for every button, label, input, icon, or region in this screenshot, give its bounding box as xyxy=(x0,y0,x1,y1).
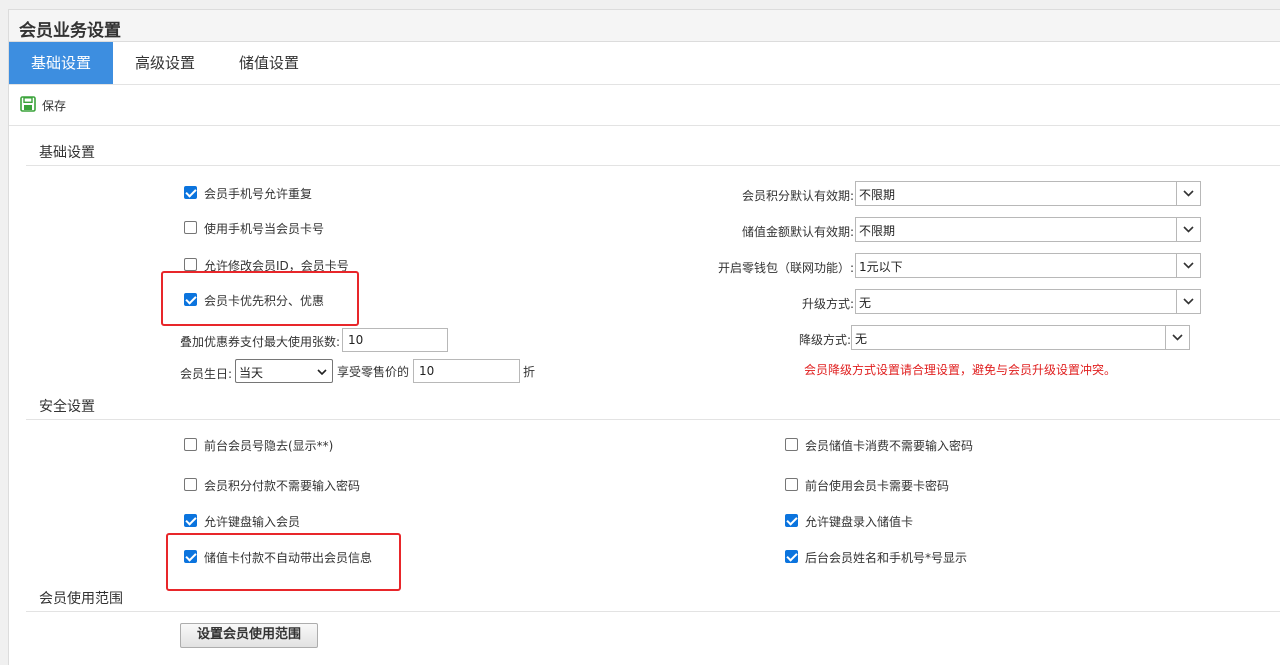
upgrade-mode-label: 升级方式: xyxy=(801,297,854,311)
checkbox-label: 前台使用会员卡需要卡密码 xyxy=(805,479,950,493)
points-validity-label: 会员积分默认有效期: xyxy=(741,189,854,203)
downgrade-warning: 会员降级方式设置请合理设置，避免与会员升级设置冲突。 xyxy=(804,363,1117,377)
tab-stored-value-settings[interactable]: 储值设置 xyxy=(217,42,321,84)
dropdown-arrow[interactable] xyxy=(1176,290,1200,313)
coupon-limit-input[interactable]: 10 xyxy=(342,328,448,352)
checkbox-box[interactable] xyxy=(785,514,798,527)
chevron-down-icon xyxy=(317,369,327,375)
save-icon xyxy=(20,96,36,112)
checkbox-label: 前台会员号隐去(显示**) xyxy=(204,439,334,453)
coupon-limit-value: 10 xyxy=(348,333,364,347)
save-label: 保存 xyxy=(42,99,67,113)
checkbox-box[interactable] xyxy=(184,186,197,199)
chevron-down-icon xyxy=(1183,298,1194,305)
highlight-box xyxy=(161,271,359,326)
chevron-down-icon xyxy=(1183,262,1194,269)
section-scope-heading: 会员使用范围 xyxy=(39,591,123,607)
dropdown-arrow[interactable] xyxy=(1165,326,1189,349)
checkbox-box[interactable] xyxy=(184,514,197,527)
checkbox-box[interactable] xyxy=(184,258,197,271)
title-bar: 会员业务设置 xyxy=(8,9,1280,42)
checkbox-label: 使用手机号当会员卡号 xyxy=(204,222,325,236)
checkbox-box[interactable] xyxy=(785,478,798,491)
checkbox-box[interactable] xyxy=(184,478,197,491)
tab-bar: 基础设置 高级设置 储值设置 xyxy=(9,42,1280,85)
tab-advanced-settings[interactable]: 高级设置 xyxy=(113,42,217,84)
checkbox-label: 后台会员姓名和手机号*号显示 xyxy=(805,551,968,565)
section-security-heading: 安全设置 xyxy=(39,399,95,415)
dropdown-arrow[interactable] xyxy=(1176,218,1200,241)
checkbox-label: 允许键盘录入储值卡 xyxy=(805,515,914,529)
highlight-box xyxy=(166,533,401,591)
chevron-down-icon xyxy=(1183,226,1194,233)
checkbox-box[interactable] xyxy=(785,438,798,451)
discount-label: 享受零售价的 xyxy=(337,365,410,379)
change-wallet-label: 开启零钱包（联网功能）: xyxy=(717,261,854,275)
downgrade-mode-value: 无 xyxy=(855,332,868,346)
upgrade-mode-select[interactable]: 无 xyxy=(855,289,1201,314)
change-wallet-value: 1元以下 xyxy=(859,260,903,274)
dropdown-arrow[interactable] xyxy=(1176,182,1200,205)
checkbox-label: 允许键盘输入会员 xyxy=(204,515,301,529)
checkbox-box[interactable] xyxy=(184,438,197,451)
balance-validity-select[interactable]: 不限期 xyxy=(855,217,1201,242)
settings-panel: 基础设置 高级设置 储值设置 保存 基础设置 会员手机号允许重复 使用手机号当会… xyxy=(8,42,1280,665)
section-basic-heading: 基础设置 xyxy=(39,145,95,161)
toolbar: 保存 xyxy=(9,85,1280,126)
coupon-limit-label: 叠加优惠券支付最大使用张数: xyxy=(180,335,341,349)
downgrade-mode-select[interactable]: 无 xyxy=(851,325,1190,350)
change-wallet-select[interactable]: 1元以下 xyxy=(855,253,1201,278)
discount-input[interactable]: 10 xyxy=(413,359,520,383)
dropdown-arrow[interactable] xyxy=(1176,254,1200,277)
checkbox-label: 会员积分付款不需要输入密码 xyxy=(204,479,361,493)
points-validity-value: 不限期 xyxy=(859,188,896,202)
checkbox-box[interactable] xyxy=(785,550,798,563)
upgrade-mode-value: 无 xyxy=(859,296,872,310)
discount-value: 10 xyxy=(419,364,435,378)
chevron-down-icon xyxy=(1172,334,1183,341)
tab-basic-settings[interactable]: 基础设置 xyxy=(9,42,113,84)
checkbox-label: 会员储值卡消费不需要输入密码 xyxy=(805,439,974,453)
discount-unit: 折 xyxy=(523,365,536,379)
section-basic-settings: 基础设置 xyxy=(26,139,1280,166)
balance-validity-label: 储值金额默认有效期: xyxy=(741,225,854,239)
set-member-scope-button[interactable]: 设置会员使用范围 xyxy=(180,623,318,648)
downgrade-mode-label: 降级方式: xyxy=(798,333,851,347)
section-security-settings: 安全设置 xyxy=(26,393,1280,420)
page-title: 会员业务设置 xyxy=(19,21,121,41)
points-validity-select[interactable]: 不限期 xyxy=(855,181,1201,206)
checkbox-label: 会员手机号允许重复 xyxy=(204,187,313,201)
birthday-label: 会员生日: xyxy=(180,367,233,381)
birthday-select[interactable]: 当天 xyxy=(235,359,333,383)
chevron-down-icon xyxy=(1183,190,1194,197)
checkbox-box[interactable] xyxy=(184,221,197,234)
balance-validity-value: 不限期 xyxy=(859,224,896,238)
birthday-select-value: 当天 xyxy=(239,366,264,380)
